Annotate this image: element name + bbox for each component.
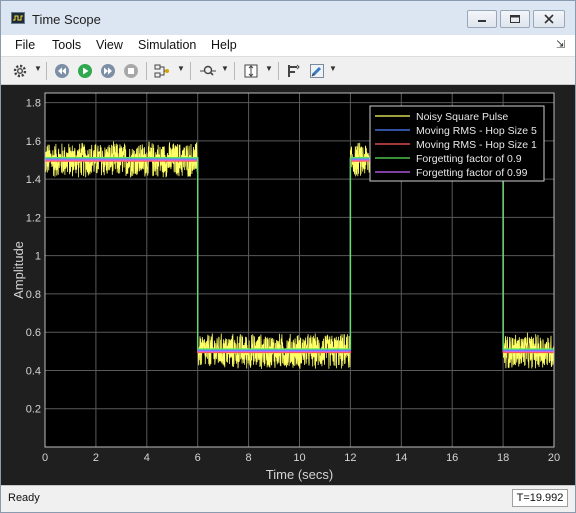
- y-tick-label: 0.8: [26, 289, 41, 301]
- plot-panel: 0 2 4 6 8 10 12 14 16 18 20 0.2 0.4 0.6 0.8 1 1.2 1.4 1.6 1…: [1, 85, 575, 485]
- toolbar-separator: [190, 62, 191, 80]
- y-tick-label: 0.2: [26, 404, 41, 416]
- run-button[interactable]: [75, 61, 95, 81]
- legend-entry: Forgetting factor of 0.9: [416, 153, 522, 165]
- x-tick-label: 0: [42, 452, 48, 464]
- x-tick-label: 14: [395, 452, 407, 464]
- maximize-button[interactable]: [500, 10, 530, 28]
- gear-dropdown-icon[interactable]: ▼: [34, 64, 42, 73]
- x-tick-label: 2: [93, 452, 99, 464]
- dock-arrow-icon[interactable]: ⇲: [556, 38, 565, 51]
- x-tick-label: 12: [344, 452, 356, 464]
- step-forward-button[interactable]: [98, 61, 118, 81]
- minimize-button[interactable]: [467, 10, 497, 28]
- scope-plot[interactable]: 0 2 4 6 8 10 12 14 16 18 20 0.2 0.4 0.6 0.8 1 1.2 1.4 1.6 1…: [1, 85, 575, 485]
- menu-help[interactable]: Help: [211, 38, 237, 52]
- menu-file[interactable]: File: [15, 38, 35, 52]
- scope-window: Time Scope File Tools View Simulation He…: [0, 0, 576, 513]
- x-tick-label: 18: [497, 452, 509, 464]
- x-tick-label: 4: [144, 452, 150, 464]
- window-title: Time Scope: [32, 12, 101, 27]
- y-tick-label: 0.4: [26, 365, 41, 377]
- signal-selector-dropdown-icon[interactable]: ▼: [177, 64, 185, 73]
- menu-simulation[interactable]: Simulation: [138, 38, 196, 52]
- x-tick-label: 10: [293, 452, 305, 464]
- toolbar-separator: [146, 62, 147, 80]
- signal-selector-icon: [154, 64, 169, 78]
- step-forward-icon: [101, 64, 115, 78]
- y-tick-label: 0.6: [26, 327, 41, 339]
- step-back-button[interactable]: [52, 61, 72, 81]
- gear-button[interactable]: [10, 61, 30, 81]
- scale-axes-dropdown-icon[interactable]: ▼: [265, 64, 273, 73]
- zoom-button[interactable]: [198, 61, 218, 81]
- menu-view[interactable]: View: [96, 38, 123, 52]
- y-tick-label: 1.2: [26, 212, 41, 224]
- highlight-dropdown-icon[interactable]: ▼: [329, 64, 337, 73]
- cursor-measure-icon: [288, 64, 300, 77]
- stop-icon: [124, 64, 138, 78]
- stop-button[interactable]: [121, 61, 141, 81]
- minimize-icon: [478, 20, 486, 22]
- scale-axes-icon: [244, 64, 258, 78]
- legend-entry: Forgetting factor of 0.99: [416, 167, 528, 179]
- legend-entry: Noisy Square Pulse: [416, 111, 508, 123]
- run-icon: [78, 64, 92, 78]
- x-tick-label: 16: [446, 452, 458, 464]
- scope-app-icon: [11, 12, 25, 24]
- y-tick-label: 1.8: [26, 98, 41, 110]
- toolbar-separator: [234, 62, 235, 80]
- title-bar: Time Scope: [1, 1, 575, 35]
- gear-icon: [13, 64, 27, 78]
- menu-tools[interactable]: Tools: [52, 38, 81, 52]
- status-bar: Ready T=19.992: [1, 485, 575, 512]
- toolbar-separator: [278, 62, 279, 80]
- x-tick-label: 6: [195, 452, 201, 464]
- menu-bar: File Tools View Simulation Help ⇲: [1, 35, 575, 56]
- y-axis-label: Amplitude: [11, 241, 26, 299]
- cursor-measure-button[interactable]: [283, 61, 303, 81]
- legend-entry: Moving RMS - Hop Size 5: [416, 125, 537, 137]
- status-text: Ready: [8, 492, 40, 504]
- x-tick-label: 20: [548, 452, 560, 464]
- close-icon: [544, 14, 554, 24]
- x-axis-label: Time (secs): [266, 467, 333, 482]
- simulation-time-readout: T=19.992: [512, 489, 568, 507]
- zoom-icon: [200, 65, 216, 76]
- toolbar: ▼ ▼ ▼ ▼ ▼: [1, 56, 575, 85]
- y-tick-label: 1.6: [26, 136, 41, 148]
- zoom-dropdown-icon[interactable]: ▼: [221, 64, 229, 73]
- highlight-button[interactable]: [307, 61, 327, 81]
- y-tick-label: 1: [35, 251, 41, 263]
- legend-entry: Moving RMS - Hop Size 1: [416, 139, 537, 151]
- signal-selector-button[interactable]: [152, 61, 172, 81]
- maximize-icon: [510, 15, 520, 23]
- close-button[interactable]: [533, 10, 565, 28]
- y-tick-label: 1.4: [26, 174, 41, 186]
- toolbar-separator: [46, 62, 47, 80]
- step-back-icon: [55, 64, 69, 78]
- x-tick-label: 8: [246, 452, 252, 464]
- scale-axes-button[interactable]: [241, 61, 261, 81]
- highlight-icon: [310, 64, 324, 78]
